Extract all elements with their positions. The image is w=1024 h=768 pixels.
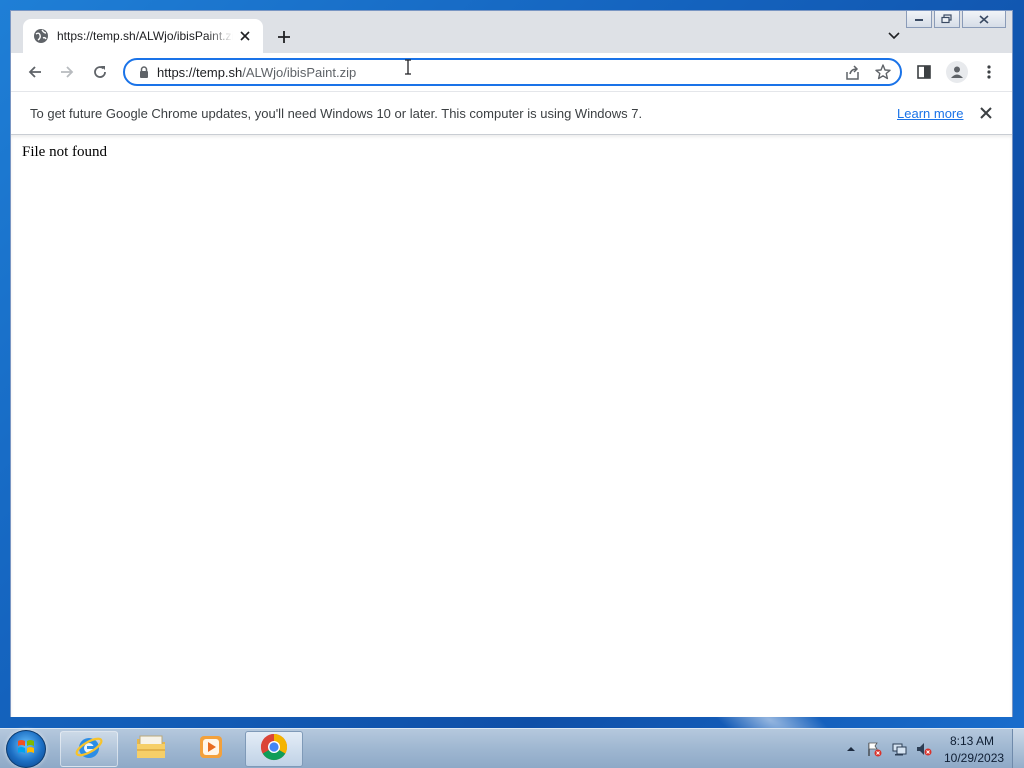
page-body-text: File not found bbox=[22, 144, 107, 160]
close-window-button[interactable] bbox=[962, 11, 1006, 28]
page-content: File not found bbox=[11, 135, 1012, 717]
forward-arrow-icon[interactable] bbox=[57, 62, 77, 82]
network-icon[interactable] bbox=[891, 741, 907, 757]
tab-title: https://temp.sh/ALWjo/ibisPaint.zip bbox=[57, 29, 233, 43]
tab-strip: https://temp.sh/ALWjo/ibisPaint.zip bbox=[11, 11, 1012, 53]
taskbar: 8:13 AM 10/29/2023 bbox=[0, 728, 1024, 768]
window-controls bbox=[906, 11, 1006, 28]
new-tab-button[interactable] bbox=[273, 26, 295, 48]
windows-update-infobar: To get future Google Chrome updates, you… bbox=[11, 91, 1012, 135]
address-bar[interactable]: https://temp.sh/ALWjo/ibisPaint.zip bbox=[123, 58, 902, 86]
maximize-button[interactable] bbox=[934, 11, 960, 28]
share-icon[interactable] bbox=[844, 64, 862, 82]
action-center-flag-icon[interactable] bbox=[866, 741, 882, 757]
clock-date[interactable]: 10/29/2023 bbox=[944, 751, 1004, 765]
browser-toolbar: https://temp.sh/ALWjo/ibisPaint.zip bbox=[11, 53, 1012, 91]
clock-time[interactable]: 8:13 AM bbox=[950, 734, 994, 748]
globe-icon bbox=[33, 28, 49, 44]
volume-muted-icon[interactable] bbox=[916, 741, 932, 757]
bookmark-star-icon[interactable] bbox=[874, 63, 892, 81]
tab-close-icon[interactable] bbox=[237, 28, 253, 44]
reload-icon[interactable] bbox=[90, 62, 110, 82]
system-tray: 8:13 AM 10/29/2023 bbox=[0, 729, 1024, 768]
url-scheme-host: https://temp.sh bbox=[157, 65, 243, 80]
url-path: /ALWjo/ibisPaint.zip bbox=[242, 65, 357, 80]
minimize-button[interactable] bbox=[906, 11, 932, 28]
tab-active[interactable]: https://temp.sh/ALWjo/ibisPaint.zip bbox=[23, 19, 263, 53]
url-text[interactable]: https://temp.sh/ALWjo/ibisPaint.zip bbox=[157, 65, 356, 80]
text-cursor-icon bbox=[404, 59, 412, 75]
show-desktop-button[interactable] bbox=[1012, 729, 1024, 768]
show-hidden-icons-chevron-up-icon[interactable] bbox=[843, 741, 859, 757]
infobar-close-icon[interactable] bbox=[978, 105, 994, 121]
infobar-message: To get future Google Chrome updates, you… bbox=[30, 106, 643, 121]
lock-icon[interactable] bbox=[137, 65, 151, 79]
kebab-menu-icon[interactable] bbox=[979, 62, 999, 82]
learn-more-link[interactable]: Learn more bbox=[897, 106, 963, 121]
chrome-window: https://temp.sh/ALWjo/ibisPaint.zip http… bbox=[10, 10, 1013, 717]
profile-avatar-icon[interactable] bbox=[946, 61, 968, 83]
side-panel-icon[interactable] bbox=[914, 62, 934, 82]
tab-search-chevron-down-icon[interactable] bbox=[885, 27, 903, 45]
back-arrow-icon[interactable] bbox=[25, 62, 45, 82]
